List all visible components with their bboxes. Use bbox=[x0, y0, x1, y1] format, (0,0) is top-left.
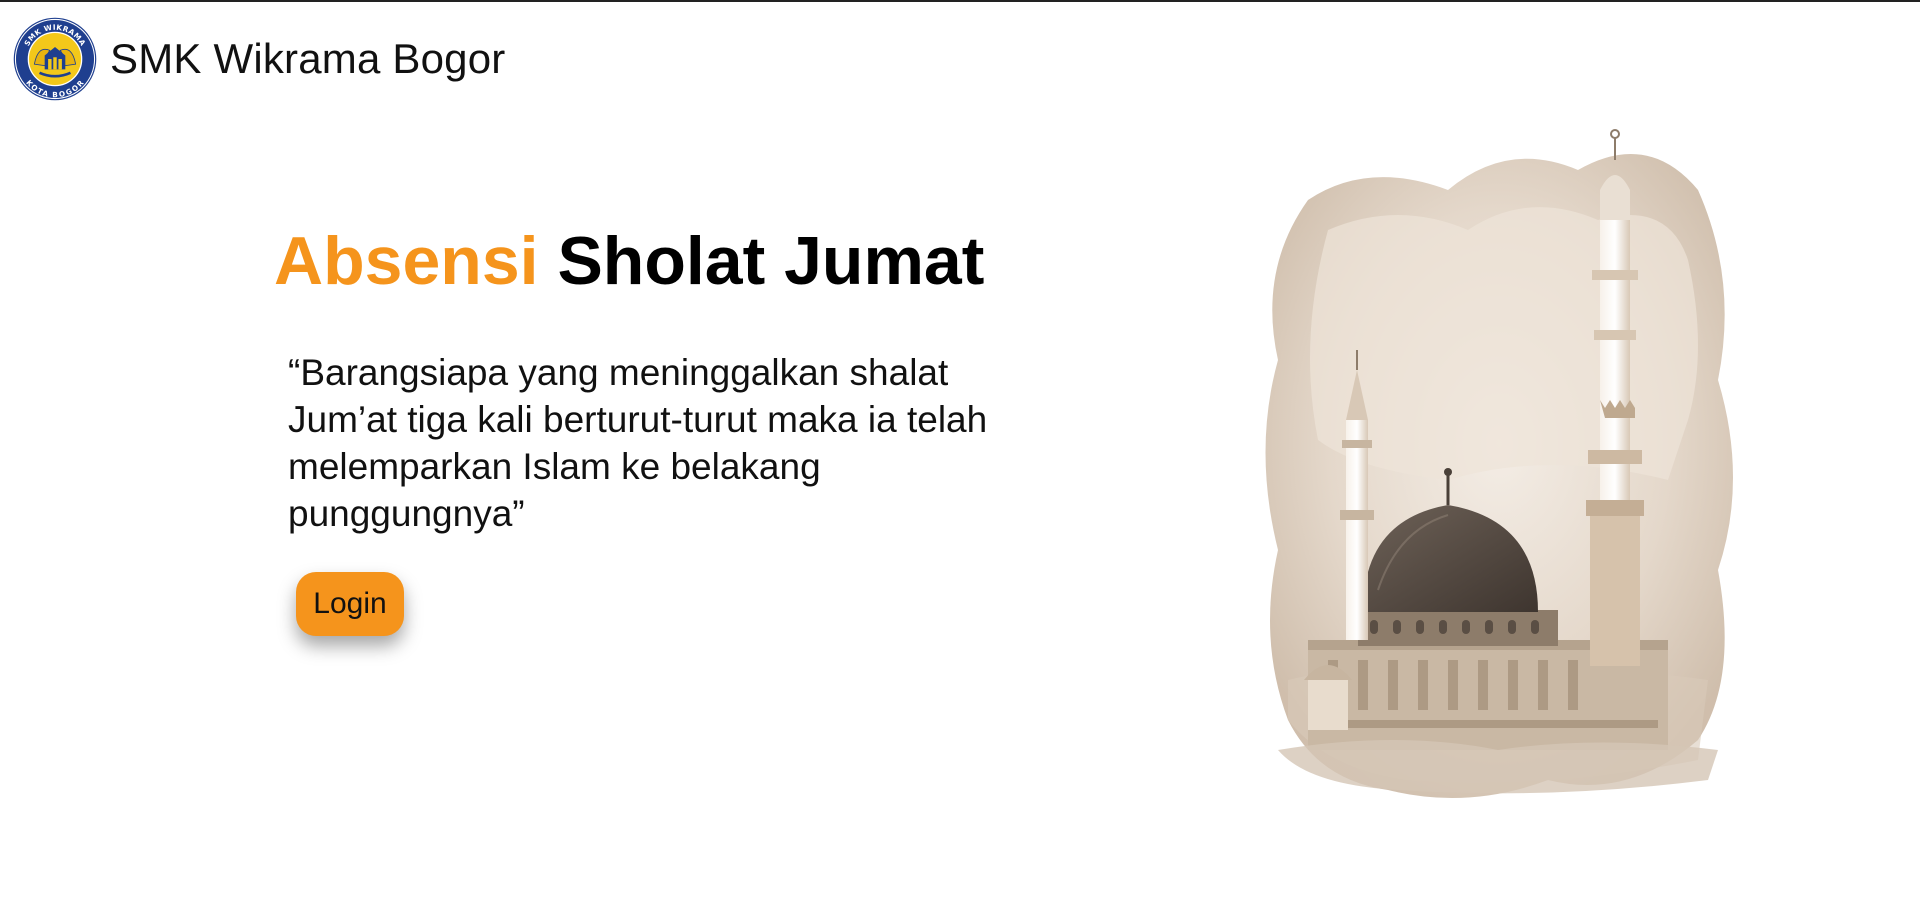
mosque-illustration bbox=[1248, 120, 1748, 820]
hero-quote: “Barangsiapa yang meninggalkan shalat Ju… bbox=[288, 351, 988, 534]
landing-page: SMK WIKRAMA KOTA BOGOR SMK Wikrama Bogor… bbox=[0, 0, 1920, 923]
hero-section: Absensi Sholat Jumat “Barangsiapa yang m… bbox=[274, 224, 1034, 636]
hero-title: Absensi Sholat Jumat bbox=[274, 224, 1034, 299]
school-emblem-icon: SMK WIKRAMA KOTA BOGOR bbox=[13, 17, 97, 101]
hero-title-rest: Sholat Jumat bbox=[557, 223, 985, 299]
brand-name[interactable]: SMK Wikrama Bogor bbox=[110, 35, 506, 83]
hero-title-accent: Absensi bbox=[274, 223, 539, 299]
brand-header[interactable]: SMK WIKRAMA KOTA BOGOR SMK Wikrama Bogor bbox=[12, 16, 506, 102]
mosque-watercolor-icon bbox=[1265, 129, 1733, 798]
login-button[interactable]: Login bbox=[296, 572, 404, 636]
